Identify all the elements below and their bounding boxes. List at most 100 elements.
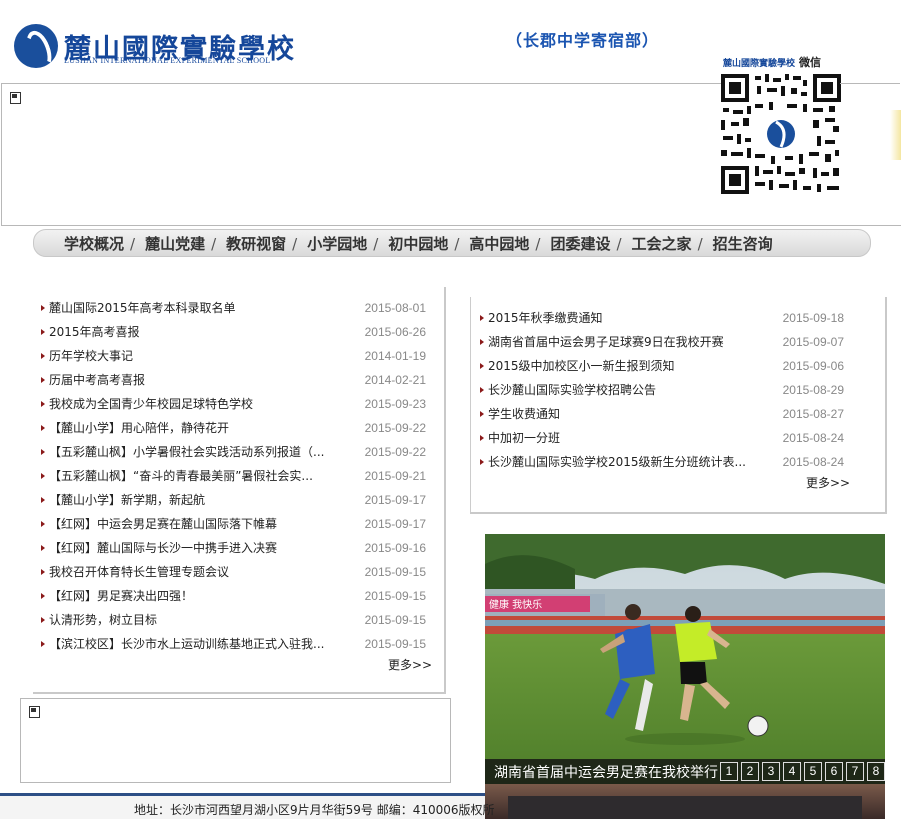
news-title[interactable]: 【红网】中运会男足赛在麓山国际落下帷幕 <box>49 512 329 536</box>
slideshow-page-button[interactable]: 6 <box>825 762 843 781</box>
news-title[interactable]: 2015年秋季缴费通知 <box>488 306 750 330</box>
divider <box>33 692 446 694</box>
news-title[interactable]: 2015级中加校区小一新生报到须知 <box>488 354 750 378</box>
news-title[interactable]: 【红网】麓山国际与长沙一中携手进入决赛 <box>49 536 329 560</box>
divider <box>885 297 887 513</box>
divider <box>470 297 471 513</box>
bullet-arrow-icon <box>41 521 45 527</box>
news-title[interactable]: 【滨江校区】长沙市水上运动训练基地正式入驻我... <box>49 632 329 656</box>
news-title[interactable]: 【红网】男足赛决出四强！ <box>49 584 329 608</box>
news-item[interactable]: 长沙麓山国际实验学校2015级新生分班统计表... 2015-08-24 <box>480 450 844 474</box>
news-title[interactable]: 认清形势，树立目标 <box>49 608 329 632</box>
news-date: 2015-08-29 <box>782 383 844 397</box>
news-item[interactable]: 中加初一分班 2015-08-24 <box>480 426 844 450</box>
nav-list: 学校概况 / 麓山党建 / 教研视窗 / 小学园地 / 初中园地 / 高中园地 / 团委建设 / 工会之家 /… <box>34 230 870 256</box>
news-title[interactable]: 【五彩麓山枫】小学暑假社会实践活动系列报道（... <box>49 440 329 464</box>
news-item[interactable]: 【五彩麓山枫】“奋斗的青春最美丽”暑假社会实... 2015-09-21 <box>41 464 426 488</box>
nav-item-2[interactable]: 麓山党建 / <box>145 233 226 254</box>
news-item[interactable]: 我校成为全国青少年校园足球特色学校 2015-09-23 <box>41 392 426 416</box>
nav-item-9[interactable]: 招生咨询 <box>713 233 773 254</box>
nav-item-5[interactable]: 初中园地 / <box>388 233 469 254</box>
main-nav: 学校概况 / 麓山党建 / 教研视窗 / 小学园地 / 初中园地 / 高中园地 / 团委建设 / 工会之家 /… <box>33 229 871 257</box>
slideshow-page-button[interactable]: 1 <box>720 762 738 781</box>
news-item[interactable]: 历届中考高考喜报 2014-02-21 <box>41 368 426 392</box>
slideshow-page-button[interactable]: 3 <box>762 762 780 781</box>
bullet-arrow-icon <box>41 377 45 383</box>
slideshow-page-button[interactable]: 8 <box>867 762 885 781</box>
news-title[interactable]: 学生收费通知 <box>488 402 750 426</box>
slideshow-page-button[interactable]: 4 <box>783 762 801 781</box>
left-more-link[interactable]: 更多>> <box>388 656 432 673</box>
news-title[interactable]: 长沙麓山国际实验学校2015级新生分班统计表... <box>488 450 750 474</box>
news-date: 2015-09-15 <box>364 589 426 603</box>
news-item[interactable]: 【红网】麓山国际与长沙一中携手进入决赛 2015-09-16 <box>41 536 426 560</box>
nav-item-label: 教研视窗 <box>226 234 287 253</box>
news-item[interactable]: 【滨江校区】长沙市水上运动训练基地正式入驻我... 2015-09-15 <box>41 632 426 656</box>
news-item[interactable]: 2015级中加校区小一新生报到须知 2015-09-06 <box>480 354 844 378</box>
news-item[interactable]: 【红网】男足赛决出四强！ 2015-09-15 <box>41 584 426 608</box>
bullet-arrow-icon <box>41 401 45 407</box>
news-item[interactable]: 认清形势，树立目标 2015-09-15 <box>41 608 426 632</box>
news-date: 2015-09-23 <box>364 397 426 411</box>
news-item[interactable]: 学生收费通知 2015-08-27 <box>480 402 844 426</box>
news-title[interactable]: 历届中考高考喜报 <box>49 368 329 392</box>
nav-item-7[interactable]: 团委建设 / <box>550 233 631 254</box>
news-date: 2015-09-22 <box>364 421 426 435</box>
bullet-arrow-icon <box>480 339 484 345</box>
news-title[interactable]: 【麓山小学】用心陪伴，静待花开 <box>49 416 329 440</box>
news-date: 2015-08-24 <box>782 455 844 469</box>
news-title[interactable]: 麓山国际2015年高考本科录取名单 <box>49 296 329 320</box>
news-title[interactable]: 中加初一分班 <box>488 426 750 450</box>
news-title[interactable]: 湖南省首届中运会男子足球赛9日在我校开赛 <box>488 330 750 354</box>
slideshow-photo[interactable]: 健康 我快乐 <box>485 534 885 784</box>
slideshow-page-button[interactable]: 2 <box>741 762 759 781</box>
nav-item-4[interactable]: 小学园地 / <box>307 233 388 254</box>
bullet-arrow-icon <box>480 363 484 369</box>
nav-separator: / <box>292 234 298 253</box>
nav-separator: / <box>373 234 379 253</box>
school-logo-icon[interactable] <box>14 24 58 68</box>
news-title[interactable]: 我校成为全国青少年校园足球特色学校 <box>49 392 329 416</box>
news-item[interactable]: 历年学校大事记 2014-01-19 <box>41 344 426 368</box>
nav-item-1[interactable]: 学校概况 / <box>64 233 145 254</box>
slideshow-page-button[interactable]: 7 <box>846 762 864 781</box>
news-item[interactable]: 【麓山小学】新学期，新起航 2015-09-17 <box>41 488 426 512</box>
news-item[interactable]: 湖南省首届中运会男子足球赛9日在我校开赛 2015-09-07 <box>480 330 844 354</box>
slideshow-page-button[interactable]: 5 <box>804 762 822 781</box>
news-date: 2015-09-15 <box>364 565 426 579</box>
nav-item-6[interactable]: 高中园地 / <box>469 233 550 254</box>
campus-subtitle: （长郡中学寄宿部） <box>506 31 660 50</box>
news-title[interactable]: 2015年高考喜报 <box>49 320 329 344</box>
news-date: 2015-09-22 <box>364 445 426 459</box>
nav-separator: / <box>211 234 217 253</box>
right-more-link[interactable]: 更多>> <box>806 474 850 491</box>
nav-item-label: 高中园地 <box>469 234 530 253</box>
bullet-arrow-icon <box>480 315 484 321</box>
news-item[interactable]: 麓山国际2015年高考本科录取名单 2015-08-01 <box>41 296 426 320</box>
next-slide-peek-inner <box>508 796 862 819</box>
nav-item-label: 招生咨询 <box>712 234 773 253</box>
news-title[interactable]: 长沙麓山国际实验学校招聘公告 <box>488 378 750 402</box>
news-date: 2014-01-19 <box>364 349 426 363</box>
news-item[interactable]: 【五彩麓山枫】小学暑假社会实践活动系列报道（... 2015-09-22 <box>41 440 426 464</box>
news-date: 2015-09-06 <box>782 359 844 373</box>
nav-item-3[interactable]: 教研视窗 / <box>226 233 307 254</box>
left-news-list: 麓山国际2015年高考本科录取名单 2015-08-01 2015年高考喜报 2015… <box>41 296 426 656</box>
news-item[interactable]: 【红网】中运会男足赛在麓山国际落下帷幕 2015-09-17 <box>41 512 426 536</box>
broken-image-icon <box>10 92 21 104</box>
news-item[interactable]: 【麓山小学】用心陪伴，静待花开 2015-09-22 <box>41 416 426 440</box>
news-title[interactable]: 【五彩麓山枫】“奋斗的青春最美丽”暑假社会实... <box>49 464 329 488</box>
news-title[interactable]: 【麓山小学】新学期，新起航 <box>49 488 329 512</box>
nav-item-label: 团委建设 <box>550 234 611 253</box>
nav-item-8[interactable]: 工会之家 / <box>632 233 713 254</box>
news-item[interactable]: 2015年秋季缴费通知 2015-09-18 <box>480 306 844 330</box>
news-title[interactable]: 我校召开体育特长生管理专题会议 <box>49 560 329 584</box>
news-item[interactable]: 我校召开体育特长生管理专题会议 2015-09-15 <box>41 560 426 584</box>
news-item[interactable]: 长沙麓山国际实验学校招聘公告 2015-08-29 <box>480 378 844 402</box>
bullet-arrow-icon <box>41 449 45 455</box>
slideshow-caption[interactable]: 湖南省首届中运会男足赛在我校举行 <box>494 762 718 782</box>
news-item[interactable]: 2015年高考喜报 2015-06-26 <box>41 320 426 344</box>
news-title[interactable]: 历年学校大事记 <box>49 344 329 368</box>
nav-separator: / <box>616 234 622 253</box>
bullet-arrow-icon <box>41 545 45 551</box>
